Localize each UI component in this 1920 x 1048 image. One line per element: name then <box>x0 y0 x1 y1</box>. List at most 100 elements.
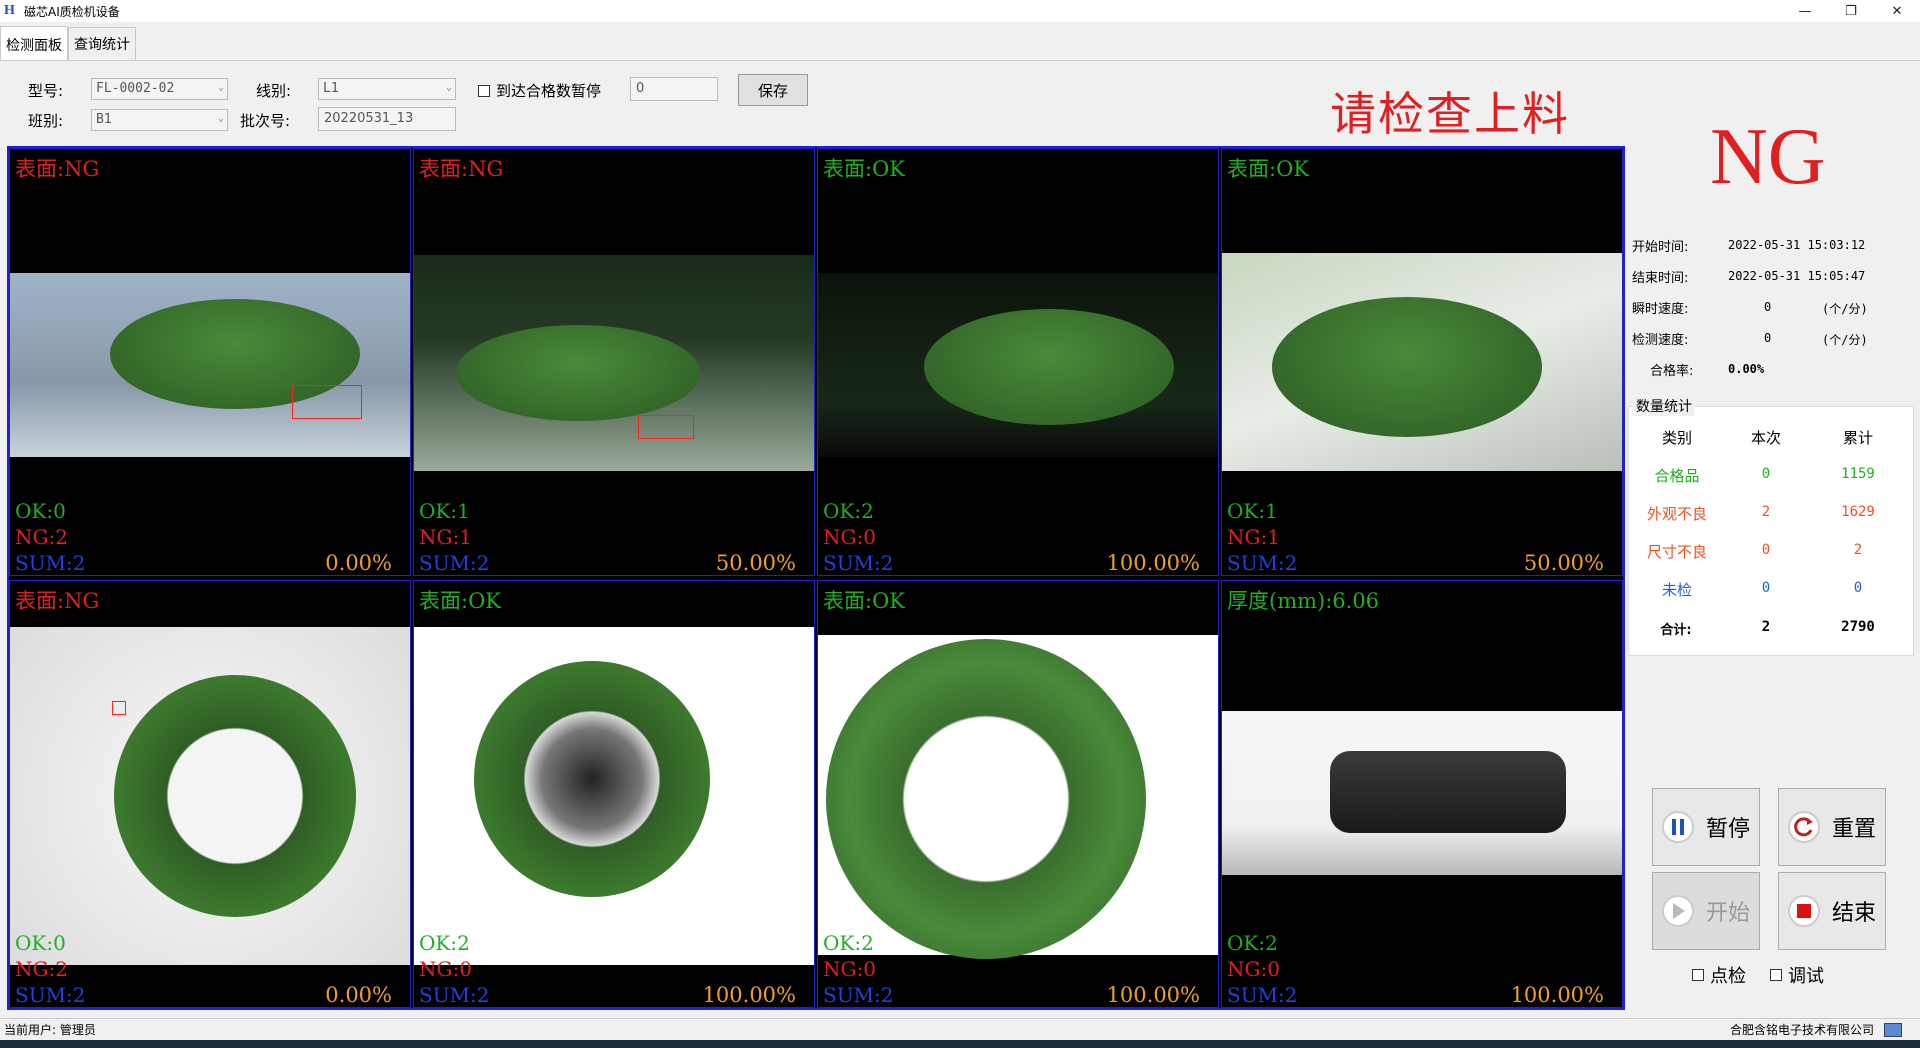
checkbox-box[interactable] <box>1692 969 1704 981</box>
pause-count-input[interactable]: 0 <box>630 77 718 101</box>
spot-check-label: 点检 <box>1710 966 1746 987</box>
stats-row-total: 1159 <box>1841 466 1875 482</box>
company-name: 合肥含铭电子技术有限公司 <box>1729 1023 1874 1037</box>
end-time-value: 2022-05-31 15:05:47 <box>1728 269 1866 283</box>
chevron-down-icon: ⌄ <box>217 82 224 93</box>
model-label: 型号: <box>28 82 64 100</box>
camera-image <box>818 635 1218 959</box>
minimize-button[interactable]: — <box>1782 0 1828 22</box>
reset-label: 重置 <box>1831 817 1876 842</box>
title-bar: H 磁芯AI质检机设备 — ❐ ✕ <box>0 0 1920 22</box>
camera-cell[interactable]: 表面:NG OK:0 NG:2 SUM:2 0.00% <box>9 148 411 576</box>
ferrite-core-image <box>826 639 1146 959</box>
checkbox-box[interactable] <box>1770 969 1782 981</box>
pass-rate: 100.00% <box>1510 983 1604 1007</box>
sum-count: SUM:2 <box>419 551 490 575</box>
load-check-notice: 请检查上料 <box>1330 87 1570 141</box>
stop-label: 结束 <box>1831 901 1876 926</box>
sum-count: SUM:2 <box>15 551 86 575</box>
camera-cell[interactable]: 表面:OK OK:2 NG:0 SUM:2 100.00% <box>817 148 1219 576</box>
pass-rate: 0.00% <box>325 551 392 575</box>
restore-button[interactable]: ❐ <box>1828 0 1874 22</box>
tab-query-statistics[interactable]: 查询统计 <box>68 27 136 60</box>
save-button[interactable]: 保存 <box>738 74 808 106</box>
detect-speed-label: 检测速度: <box>1632 333 1689 348</box>
ferrite-core-image <box>1272 297 1542 437</box>
shift-value: B1 <box>96 112 112 127</box>
model-value: FL-0002-02 <box>96 81 175 96</box>
pass-rate: 100.00% <box>1106 983 1200 1007</box>
spot-check-checkbox[interactable]: 点检 <box>1692 962 1746 988</box>
start-button[interactable]: 开始 <box>1652 872 1760 950</box>
defect-marker <box>292 385 362 419</box>
reset-button[interactable]: 重置 <box>1778 788 1886 866</box>
instant-speed-label: 瞬时速度: <box>1632 302 1689 317</box>
current-user: 当前用户: 管理员 <box>4 1023 96 1037</box>
end-time-label: 结束时间: <box>1632 271 1689 286</box>
start-time-value: 2022-05-31 15:03:12 <box>1728 238 1866 252</box>
pass-rate: 50.00% <box>715 551 796 575</box>
start-time-label: 开始时间: <box>1632 240 1689 255</box>
play-icon <box>1661 895 1694 927</box>
ok-count: OK:2 <box>419 931 470 955</box>
camera-image <box>414 627 814 965</box>
defect-marker <box>112 701 126 715</box>
sum-count: SUM:2 <box>1227 551 1298 575</box>
model-select[interactable]: FL-0002-02 ⌄ <box>91 78 228 100</box>
close-button[interactable]: ✕ <box>1874 0 1920 22</box>
camera-cell[interactable]: 表面:NG OK:0 NG:2 SUM:2 0.00% <box>9 580 411 1008</box>
ok-count: OK:1 <box>419 499 470 523</box>
status-bar: 当前用户: 管理员 合肥含铭电子技术有限公司 <box>0 1018 1920 1040</box>
window-title: 磁芯AI质检机设备 <box>24 4 120 19</box>
ng-count: NG:0 <box>823 957 876 981</box>
shift-select[interactable]: B1 ⌄ <box>91 109 228 131</box>
ferrite-core-side-image <box>1330 751 1566 833</box>
stop-button[interactable]: 结束 <box>1778 872 1886 950</box>
line-select[interactable]: L1 ⌄ <box>318 78 456 100</box>
batch-input[interactable]: 20220531_13 <box>318 107 456 131</box>
camera-cell[interactable]: 表面:OK OK:2 NG:0 SUM:2 100.00% <box>817 580 1219 1008</box>
camera-cell[interactable]: 表面:NG OK:1 NG:1 SUM:2 50.00% <box>413 148 815 576</box>
ok-count: OK:1 <box>1227 499 1278 523</box>
ferrite-core-image <box>924 309 1174 425</box>
debug-checkbox[interactable]: 调试 <box>1770 962 1824 988</box>
pause-on-count-checkbox[interactable]: 到达合格数暂停 <box>478 80 601 101</box>
ng-count: NG:0 <box>823 525 876 549</box>
stats-row-current: 0 <box>1761 466 1771 482</box>
ok-count: OK:0 <box>15 499 66 523</box>
pass-rate-label: 合格率: <box>1650 364 1694 379</box>
line-value: L1 <box>323 81 339 96</box>
cell-status: 厚度(mm):6.06 <box>1227 589 1380 613</box>
ng-count: NG:1 <box>1227 525 1280 549</box>
ferrite-core-image <box>474 661 710 897</box>
cell-status: 表面:NG <box>419 157 504 181</box>
stop-icon <box>1787 895 1820 927</box>
camera-image <box>818 273 1218 457</box>
stats-row-total: 1629 <box>1841 504 1875 520</box>
chevron-down-icon: ⌄ <box>217 113 224 124</box>
pass-rate: 50.00% <box>1523 551 1604 575</box>
sum-count: SUM:2 <box>15 983 86 1007</box>
chevron-down-icon: ⌄ <box>445 82 452 93</box>
camera-cell[interactable]: 表面:OK OK:2 NG:0 SUM:2 100.00% <box>413 580 815 1008</box>
pass-rate: 0.00% <box>325 983 392 1007</box>
ng-count: NG:2 <box>15 525 68 549</box>
camera-image <box>10 627 410 965</box>
ng-count: NG:0 <box>419 957 472 981</box>
instant-speed-unit: (个/分) <box>1822 302 1868 316</box>
tab-detection-panel[interactable]: 检测面板 <box>0 26 68 60</box>
camera-cell[interactable]: 厚度(mm):6.06 OK:2 NG:0 SUM:2 100.00% <box>1221 580 1623 1008</box>
checkbox-box[interactable] <box>478 84 490 97</box>
start-label: 开始 <box>1705 901 1750 926</box>
pass-rate: 100.00% <box>702 983 796 1007</box>
shift-label: 班别: <box>28 112 64 130</box>
pause-button[interactable]: 暂停 <box>1652 788 1760 866</box>
camera-cell[interactable]: 表面:OK OK:1 NG:1 SUM:2 50.00% <box>1221 148 1623 576</box>
ok-count: OK:2 <box>823 931 874 955</box>
pause-icon <box>1661 811 1694 843</box>
quantity-stats-title: 数量统计 <box>1634 396 1694 416</box>
cell-status: 表面:OK <box>1227 157 1309 181</box>
tab-strip: 检测面板 查询统计 <box>0 26 136 60</box>
reset-icon <box>1787 811 1820 843</box>
cell-status: 表面:OK <box>823 157 905 181</box>
